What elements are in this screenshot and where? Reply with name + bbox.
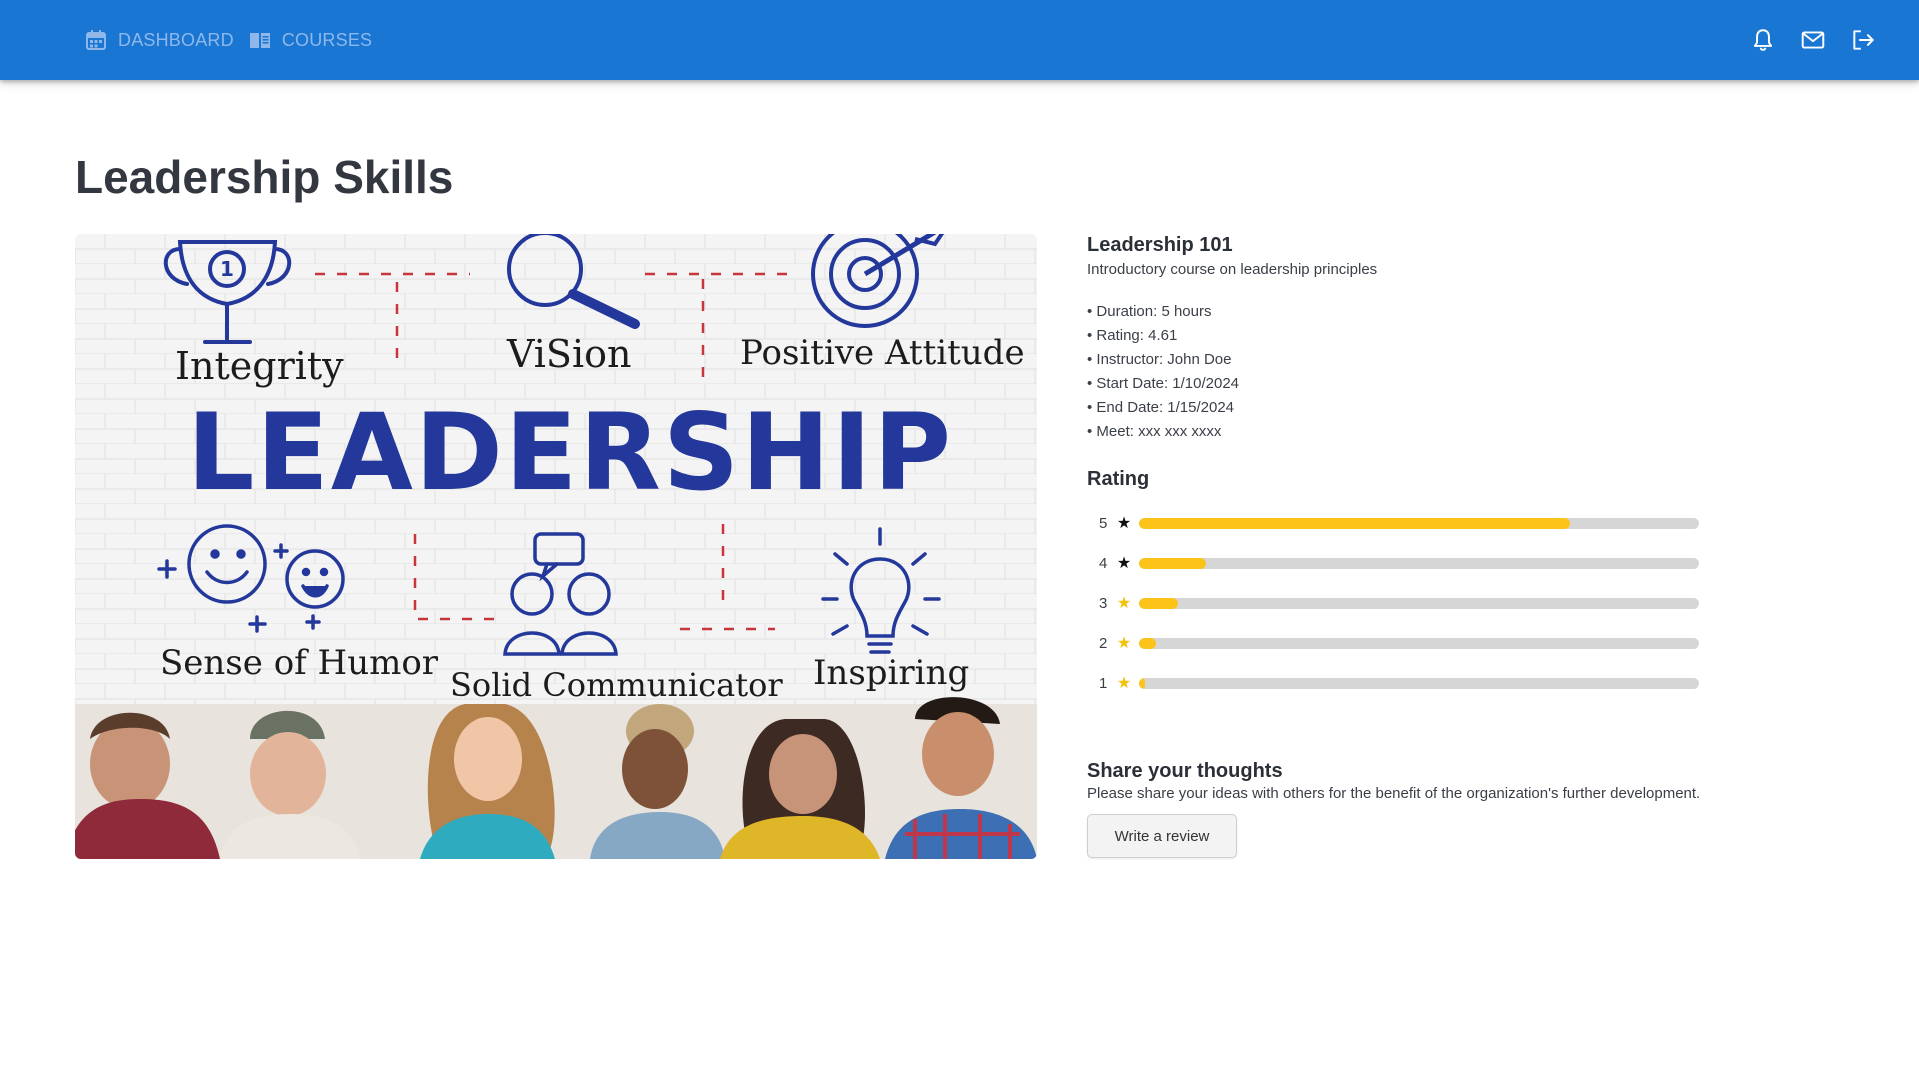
course-hero-image: 1 Integrity ViSion Positive Attitude Sen… (75, 234, 1037, 859)
rating-star-count: 5 (1099, 514, 1108, 532)
rating-bar-fill (1139, 677, 1145, 689)
star-icon: ★ (1116, 515, 1132, 532)
app-bar: DASHBOARD COURSES (0, 0, 1919, 80)
course-title: Leadership 101 (1087, 234, 1233, 256)
course-details-list: • Duration: 5 hours • Rating: 4.61 • Ins… (1087, 300, 1727, 444)
detail-end-date: • End Date: 1/15/2024 (1087, 399, 1235, 416)
rating-bar-track (1139, 517, 1699, 529)
bell-icon (1753, 29, 1773, 51)
logout-button[interactable] (1843, 20, 1883, 60)
word-leadership: LEADERSHIP (187, 391, 953, 514)
word-integrity: Integrity (175, 344, 344, 388)
rating-row: 2 ★ (1087, 623, 1727, 663)
detail-start-date: • Start Date: 1/10/2024 (1087, 375, 1240, 392)
rating-breakdown: 5 ★ 4 ★ 3 ★ 2 ★ 1 ★ (1087, 503, 1727, 703)
word-communicator: Solid Communicator (450, 666, 783, 704)
detail-meet: • Meet: xxx xxx xxxx (1087, 423, 1222, 440)
word-vision: ViSion (506, 332, 631, 376)
header-actions (1733, 0, 1883, 80)
rating-bar-fill (1139, 557, 1207, 569)
main-nav: DASHBOARD COURSES (84, 0, 386, 80)
rating-bar-fill (1139, 597, 1179, 609)
rating-star-count: 2 (1099, 634, 1108, 652)
word-humor: Sense of Humor (160, 643, 439, 683)
write-review-button[interactable]: Write a review (1087, 814, 1237, 858)
rating-star-count: 4 (1099, 554, 1108, 572)
course-info: Leadership 101 Introductory course on le… (1087, 234, 1727, 858)
mail-icon (1801, 31, 1825, 49)
rating-bar-fill (1139, 637, 1156, 649)
share-title: Share your thoughts (1087, 760, 1283, 782)
star-icon: ★ (1116, 635, 1132, 652)
star-icon: ★ (1116, 675, 1132, 692)
rating-bar-track (1139, 597, 1699, 609)
rating-title: Rating (1087, 468, 1150, 490)
rating-row: 5 ★ (1087, 503, 1727, 543)
share-description: Please share your ideas with others for … (1087, 785, 1701, 802)
rating-bar-track (1139, 637, 1699, 649)
nav-dashboard[interactable]: DASHBOARD (84, 28, 234, 52)
rating-bar-track (1139, 557, 1699, 569)
notifications-button[interactable] (1743, 20, 1783, 60)
course-description: Introductory course on leadership princi… (1087, 261, 1378, 278)
rating-star-count: 1 (1099, 674, 1108, 692)
star-icon: ★ (1116, 595, 1132, 612)
rating-bar-track (1139, 677, 1699, 689)
rating-bar-fill (1139, 517, 1571, 529)
rating-star-count: 3 (1099, 594, 1108, 612)
star-icon: ★ (1116, 555, 1132, 572)
word-attitude: Positive Attitude (740, 333, 1025, 373)
rating-row: 4 ★ (1087, 543, 1727, 583)
detail-rating: • Rating: 4.61 (1087, 327, 1178, 344)
page-title: Leadership Skills (75, 151, 454, 203)
leadership-illustration: 1 Integrity ViSion Positive Attitude Sen… (75, 234, 1037, 859)
nav-dashboard-label: DASHBOARD (118, 29, 234, 50)
word-inspiring: Inspiring (813, 653, 969, 693)
rating-row: 3 ★ (1087, 583, 1727, 623)
nav-courses-label: COURSES (281, 29, 373, 50)
svg-text:1: 1 (220, 257, 234, 281)
nav-courses[interactable]: COURSES (248, 28, 372, 52)
rating-row: 1 ★ (1087, 663, 1727, 703)
messages-button[interactable] (1793, 20, 1833, 60)
detail-instructor: • Instructor: John Doe (1087, 351, 1232, 368)
logout-icon (1853, 30, 1874, 50)
book-icon (249, 33, 270, 48)
detail-duration: • Duration: 5 hours (1087, 303, 1212, 320)
calendar-icon (86, 30, 106, 50)
